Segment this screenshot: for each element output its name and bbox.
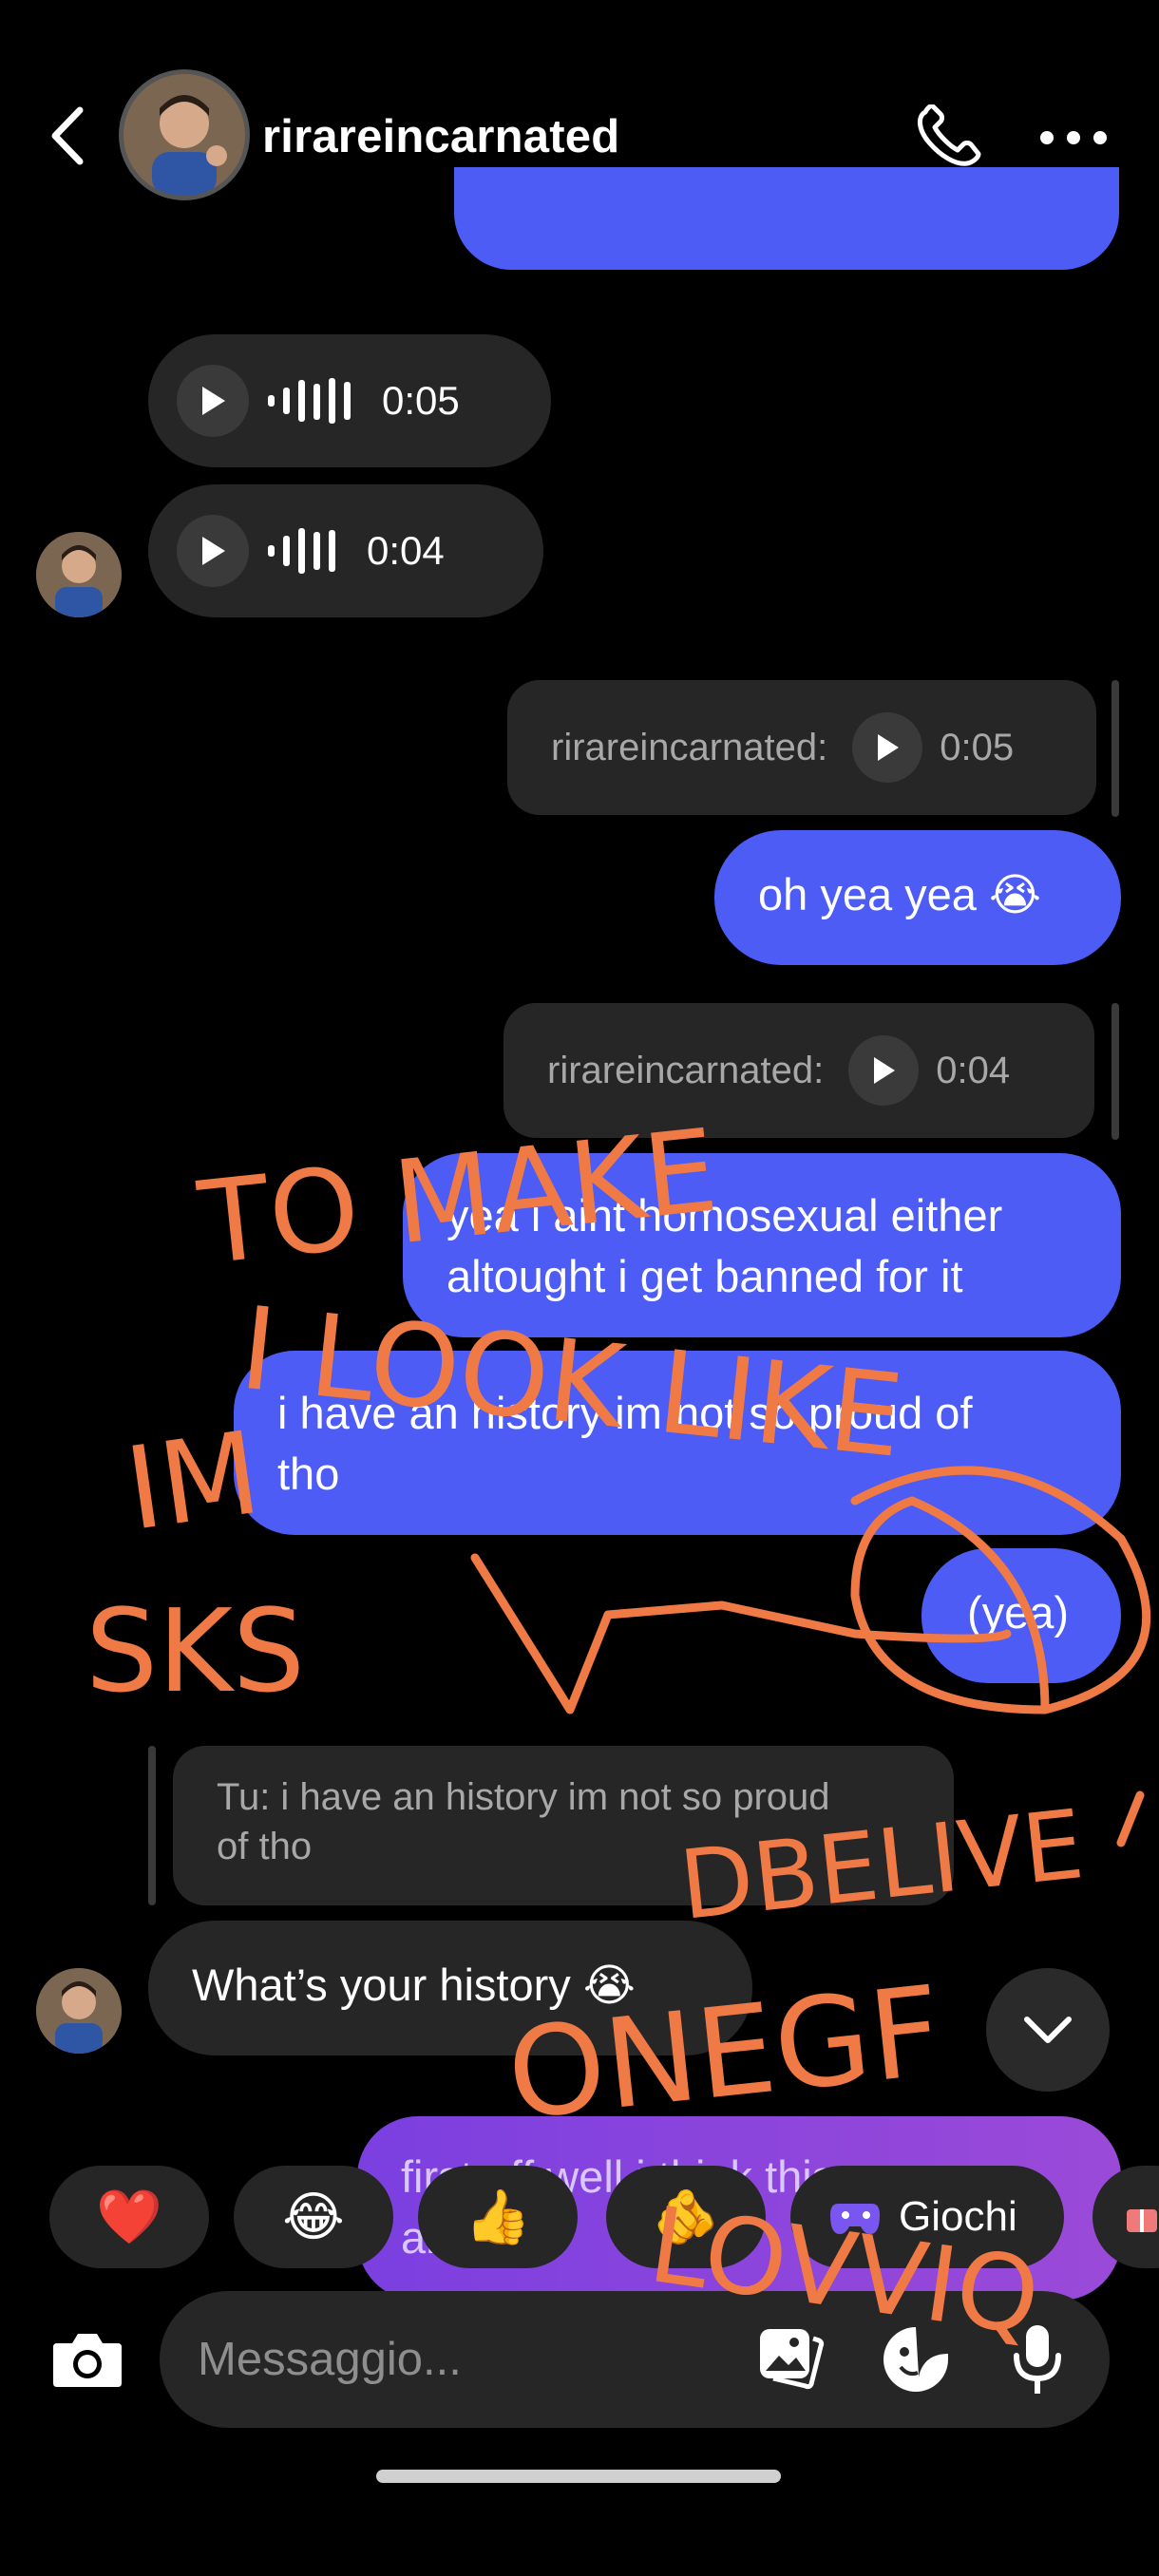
play-button[interactable]	[177, 365, 249, 437]
reply-text-line: of tho	[217, 1826, 313, 1867]
voice-duration: 0:05	[940, 726, 1015, 768]
play-icon	[874, 1057, 896, 1084]
more-options-button[interactable]	[1036, 104, 1112, 171]
message-text: (yea)	[967, 1587, 1070, 1638]
games-label: Giochi	[899, 2193, 1017, 2240]
microphone-icon	[1014, 2325, 1061, 2394]
microphone-button[interactable]	[1011, 2323, 1064, 2396]
avatar[interactable]	[124, 74, 245, 196]
thumbs-up-emoji: 👍	[465, 2187, 531, 2246]
gift-icon	[1127, 2209, 1157, 2232]
message-text-line: yea i aint homosexual either	[446, 1190, 1003, 1241]
play-button[interactable]	[848, 1035, 920, 1106]
message-text-line: altought i get banned for it	[446, 1251, 963, 1301]
reply-indicator	[1112, 680, 1119, 817]
message-text: What’s your history 😭	[192, 1960, 636, 2010]
message-bubble-received[interactable]: What’s your history 😭	[148, 1921, 752, 2055]
home-indicator	[376, 2470, 781, 2483]
message-bubble-sent[interactable]: (yea)	[922, 1548, 1121, 1683]
message-input-placeholder: Messaggio...	[198, 2334, 462, 2385]
gallery-button[interactable]	[756, 2325, 826, 2392]
ellipsis-icon	[1040, 131, 1107, 144]
back-button[interactable]	[46, 104, 87, 167]
call-button[interactable]	[912, 104, 988, 171]
reaction-point[interactable]: 🫵	[606, 2166, 766, 2268]
voice-duration: 0:05	[382, 378, 460, 423]
reply-text-line: Tu: i have an history im not so proud	[217, 1776, 830, 1818]
pointing-emoji: 🫵	[653, 2187, 719, 2246]
message-text-line: i have an history im not so proud of	[277, 1388, 973, 1438]
reaction-laugh[interactable]: 😂	[234, 2166, 393, 2268]
message-text: oh yea yea 😭	[758, 869, 1041, 919]
heart-emoji: ❤️	[96, 2187, 162, 2246]
play-icon	[878, 734, 900, 761]
reaction-thumbs-up[interactable]: 👍	[418, 2166, 578, 2268]
camera-icon	[53, 2334, 122, 2387]
play-button[interactable]	[852, 712, 923, 783]
reply-preview[interactable]: rirareincarnated: 0:04	[504, 1003, 1094, 1138]
gamepad-icon	[830, 2204, 880, 2234]
play-icon	[202, 387, 225, 415]
waveform-icon	[268, 528, 335, 574]
gallery-icon	[760, 2329, 825, 2390]
profile-photo	[36, 1968, 122, 2054]
reaction-heart[interactable]: ❤️	[49, 2166, 209, 2268]
voice-message[interactable]: 0:05	[148, 334, 551, 467]
sticker-button[interactable]	[882, 2325, 950, 2394]
play-icon	[202, 537, 225, 565]
games-button[interactable]: Giochi	[790, 2166, 1064, 2268]
message-bubble-sent[interactable]: i have an history im not so proud of tho	[234, 1351, 1121, 1535]
camera-button[interactable]	[38, 2295, 137, 2424]
reply-indicator	[148, 1746, 156, 1905]
profile-photo	[124, 74, 245, 196]
sticker-icon	[884, 2327, 948, 2392]
reply-sender: rirareincarnated:	[547, 1049, 825, 1091]
avatar[interactable]	[36, 1968, 122, 2054]
reply-preview[interactable]: rirareincarnated: 0:05	[507, 680, 1096, 815]
scroll-to-bottom-button[interactable]	[986, 1968, 1110, 2092]
message-bubble-sent[interactable]: yea i aint homosexual either altought i …	[403, 1153, 1121, 1337]
profile-photo	[36, 532, 122, 617]
voice-message[interactable]: 0:04	[148, 484, 543, 617]
phone-icon	[918, 104, 981, 166]
annotation-text: SKS	[86, 1586, 305, 1718]
play-button[interactable]	[177, 515, 249, 587]
chevron-left-icon	[51, 106, 84, 165]
voice-duration: 0:04	[367, 528, 445, 573]
laughing-emoji: 😂	[282, 2187, 345, 2246]
reply-sender: rirareincarnated:	[551, 726, 828, 768]
avatar[interactable]	[36, 532, 122, 617]
message-bubble-partial-top[interactable]	[454, 167, 1119, 270]
chevron-down-icon	[1024, 2017, 1072, 2043]
message-text-line: tho	[277, 1449, 340, 1499]
voice-duration: 0:04	[936, 1049, 1011, 1091]
waveform-icon	[268, 378, 351, 424]
reply-indicator	[1112, 1003, 1119, 1140]
message-bubble-sent[interactable]: oh yea yea 😭	[714, 830, 1121, 965]
reply-preview[interactable]: Tu: i have an history im not so proud of…	[173, 1746, 954, 1905]
chat-title[interactable]: rirareincarnated	[262, 110, 619, 163]
